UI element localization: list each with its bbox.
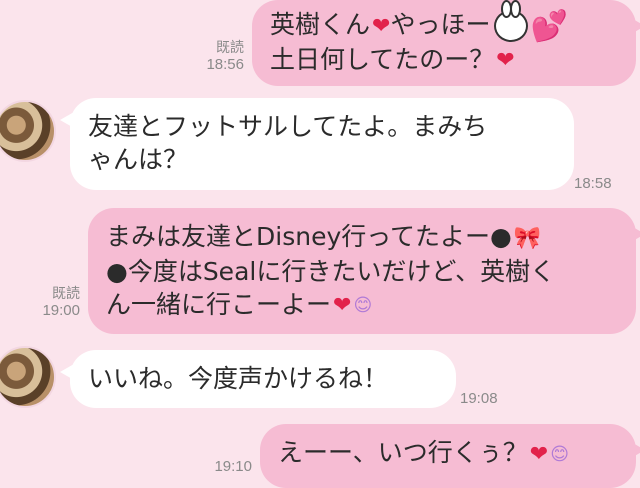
message-time: 19:00 bbox=[42, 302, 80, 319]
message-line: ●今度はSealに行きたいだけど、英樹く bbox=[106, 256, 556, 286]
chat-message-list[interactable]: 既読 18:56 英樹くん❤やっほー 💕 土日何してたのー？❤ 友達とフットサルし… bbox=[0, 0, 640, 488]
message-time: 18:58 bbox=[574, 175, 612, 192]
message-meta: 既読 19:00 bbox=[24, 284, 80, 320]
chat-bubble-received[interactable]: 友達とフットサルしてたよ。まみち ゃんは？ bbox=[60, 98, 574, 190]
heart-icon: ❤ bbox=[372, 13, 391, 39]
message-time: 18:56 bbox=[206, 56, 244, 73]
message-time: 19:10 bbox=[214, 458, 252, 475]
message-line: えーー、いつ行くぅ？❤ 😊 bbox=[278, 436, 618, 471]
message-line: いいね。今度声かけるね！ bbox=[88, 364, 389, 393]
heart-icon: ❤ bbox=[333, 293, 352, 318]
chat-bubble-sent[interactable]: えーー、いつ行くぅ？❤ 😊 bbox=[260, 424, 640, 488]
smile-icon: 😊 bbox=[353, 295, 373, 316]
message-line: ゃんは？ bbox=[88, 145, 189, 174]
message-line: 土日何してたのー？❤ bbox=[270, 43, 618, 78]
message-line: まみは友達とDisney行ってたよー●🎀 bbox=[106, 220, 618, 255]
chat-bubble-received[interactable]: いいね。今度声かけるね！ bbox=[60, 350, 456, 408]
read-receipt: 既読 bbox=[52, 285, 80, 301]
bunny-sticker-icon bbox=[494, 0, 529, 42]
avatar[interactable] bbox=[0, 346, 56, 408]
ribbon-icon: 🎀 bbox=[513, 225, 542, 251]
message-line: 英樹くん❤やっほー 💕 bbox=[270, 0, 568, 44]
smile-icon: 😊 bbox=[550, 443, 569, 465]
chat-bubble-sent[interactable]: 英樹くん❤やっほー 💕 土日何してたのー？❤ bbox=[252, 0, 640, 86]
chat-bubble-sent[interactable]: まみは友達とDisney行ってたよー●🎀 ●今度はSealに行きたいだけど、英樹… bbox=[88, 208, 640, 334]
avatar[interactable] bbox=[0, 100, 56, 162]
message-meta: 既読 18:56 bbox=[186, 38, 244, 74]
message-line: 友達とフットサルしてたよ。まみち bbox=[88, 112, 488, 141]
read-receipt: 既読 bbox=[216, 39, 244, 55]
heart-icon: ❤ bbox=[496, 48, 515, 73]
heart-icon: ❤ bbox=[529, 441, 549, 467]
message-time: 19:08 bbox=[460, 390, 498, 407]
hearts-icon: 💕 bbox=[530, 8, 568, 44]
message-line: ん一緒に行こーよー❤ 😊 bbox=[106, 288, 618, 323]
